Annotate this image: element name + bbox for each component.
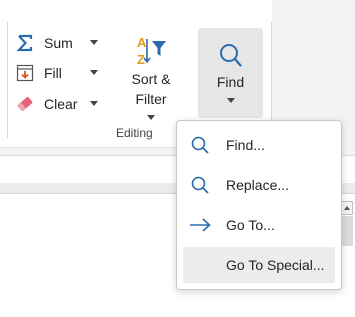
clear-button[interactable]: Clear (12, 92, 102, 116)
sort-filter-icon: A Z (133, 32, 169, 67)
menu-item-find[interactable]: Find... (183, 127, 335, 163)
search-icon (183, 167, 217, 203)
menu-item-replace[interactable]: Replace... (183, 167, 335, 203)
sort-filter-label-2: Filter (135, 91, 167, 107)
menu-item-go-to[interactable]: Go To... (183, 207, 335, 243)
fill-label: Fill (44, 65, 62, 81)
svg-text:Z: Z (137, 52, 145, 67)
fill-button[interactable]: Fill (12, 61, 102, 85)
menu-item-label: Go To... (226, 217, 275, 233)
vertical-scrollbar-thumb[interactable] (341, 216, 353, 246)
fill-down-icon (12, 61, 38, 85)
chevron-down-icon[interactable] (226, 98, 235, 103)
sort-filter-label-1: Sort & (131, 71, 171, 87)
editing-group-label: Editing (116, 126, 153, 140)
find-select-button[interactable]: Find (198, 28, 263, 118)
menu-item-label: Find... (226, 137, 265, 153)
search-icon (218, 32, 244, 70)
menu-item-label: Replace... (226, 177, 290, 193)
menu-item-label: Go To Special... (226, 257, 325, 273)
chevron-down-icon[interactable] (147, 115, 155, 120)
scroll-up-button[interactable] (341, 201, 353, 215)
autosum-button[interactable]: Sum (12, 31, 102, 55)
autosum-label: Sum (44, 35, 73, 51)
find-label: Find (216, 74, 245, 90)
menu-item-go-to-special[interactable]: Go To Special... (183, 247, 335, 283)
clear-label: Clear (44, 96, 78, 112)
sigma-icon (12, 31, 38, 55)
eraser-icon (12, 92, 38, 116)
chevron-down-icon[interactable] (90, 101, 98, 106)
search-icon (183, 127, 217, 163)
chevron-down-icon[interactable] (90, 70, 98, 75)
ribbon-left-separator (7, 22, 8, 138)
svg-text:A: A (137, 35, 147, 50)
sort-filter-button[interactable]: A Z Sort & Filter (118, 28, 184, 120)
chevron-down-icon[interactable] (90, 40, 98, 45)
arrow-right-icon (183, 207, 217, 243)
find-select-menu: Find... Replace... Go To... Go To Specia… (176, 120, 342, 290)
